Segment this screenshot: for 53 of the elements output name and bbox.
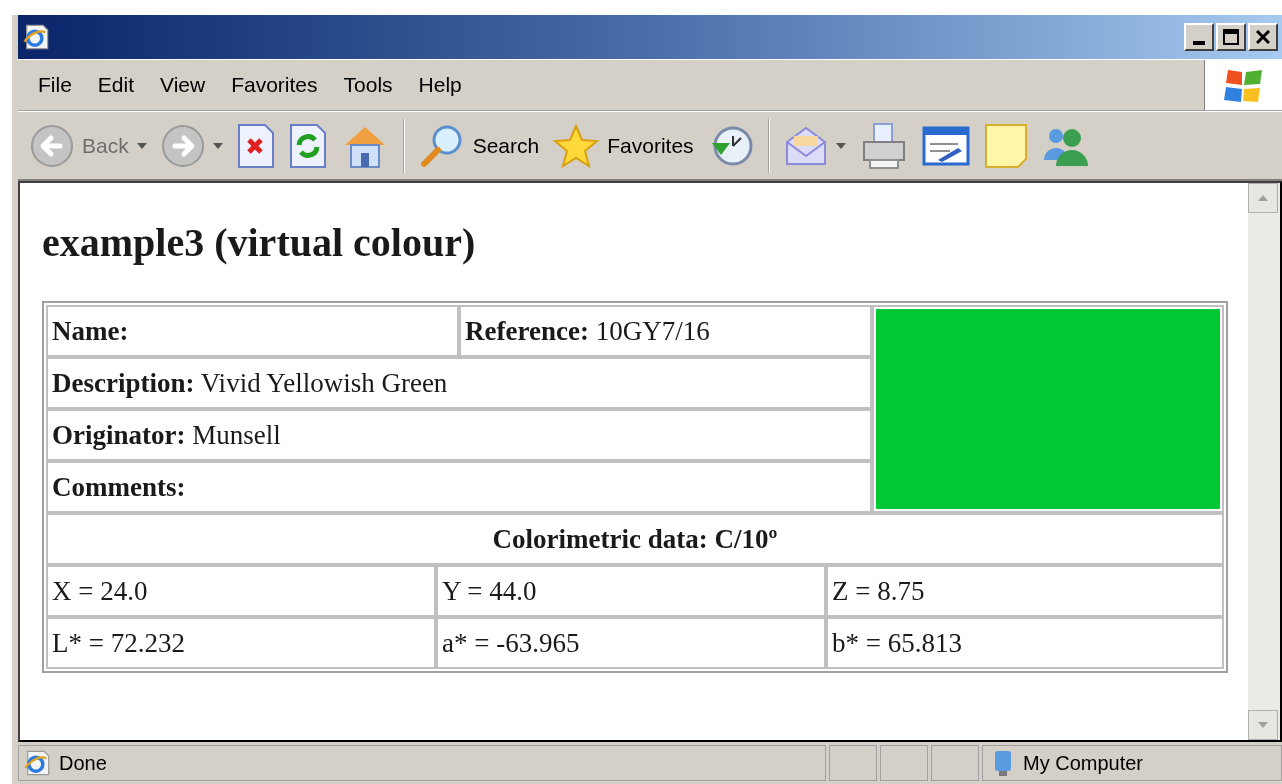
toolbar-separator xyxy=(402,118,405,173)
stop-page-icon xyxy=(236,122,275,169)
close-icon xyxy=(1256,30,1270,44)
edit-window-icon xyxy=(921,125,970,166)
table-cell: Z = 8.75 xyxy=(826,565,1224,617)
up-arrow-icon xyxy=(1258,195,1268,201)
menu-item[interactable]: File xyxy=(30,69,80,101)
edit-button[interactable] xyxy=(921,125,970,166)
scroll-down-button[interactable] xyxy=(1248,710,1278,740)
vertical-scrollbar[interactable] xyxy=(1248,183,1280,740)
table-cell: L* = 72.232 xyxy=(46,617,436,669)
menu-item[interactable]: View xyxy=(152,69,214,101)
minimize-button[interactable] xyxy=(1184,23,1214,51)
zone-text: My Computer xyxy=(1023,751,1144,776)
caret-icon xyxy=(136,142,147,149)
star-icon xyxy=(553,122,600,169)
sticky-note-icon xyxy=(983,122,1028,169)
page-heading: example3 (virtual colour) xyxy=(42,219,477,267)
table-cell: Name: xyxy=(46,305,459,357)
menu-item[interactable]: Favorites xyxy=(223,69,326,101)
maximize-icon xyxy=(1223,29,1239,45)
status-pane xyxy=(880,745,928,781)
close-button[interactable] xyxy=(1248,23,1278,51)
search-button[interactable]: Search xyxy=(418,122,540,169)
note-button[interactable] xyxy=(983,122,1028,169)
table-cell: Description: Vivid Yellowish Green xyxy=(46,357,872,409)
refresh-button[interactable] xyxy=(288,122,327,169)
table-cell: X = 24.0 xyxy=(46,565,436,617)
status-text: Done xyxy=(59,751,107,776)
favorites-button[interactable]: Favorites xyxy=(553,122,694,169)
menu-item[interactable]: Tools xyxy=(335,69,401,101)
caret-icon xyxy=(212,142,223,149)
status-pane xyxy=(931,745,979,781)
table-cell: a* = -63.965 xyxy=(436,617,826,669)
refresh-page-icon xyxy=(288,122,327,169)
down-arrow-icon xyxy=(1258,722,1268,728)
table-cell: Colorimetric data: C/10º xyxy=(46,513,1224,565)
minimize-icon xyxy=(1193,41,1205,45)
table-cell: Y = 44.0 xyxy=(436,565,826,617)
scroll-up-button[interactable] xyxy=(1248,183,1278,213)
table-cell: Reference: 10GY7/16 xyxy=(459,305,872,357)
menu-item[interactable]: Edit xyxy=(89,69,143,101)
table-cell: Comments: xyxy=(46,461,872,513)
table-cell: b* = 65.813 xyxy=(826,617,1224,669)
toolbar-separator xyxy=(767,118,770,173)
table-cell: Originator: Munsell xyxy=(46,409,872,461)
status-pane xyxy=(829,745,877,781)
caret-icon xyxy=(835,142,846,149)
menu-item[interactable]: Help xyxy=(410,69,470,101)
browser-logo-icon xyxy=(22,23,50,51)
browser-logo-icon xyxy=(23,749,51,777)
maximize-button[interactable] xyxy=(1216,23,1246,51)
stop-button[interactable] xyxy=(236,122,275,169)
